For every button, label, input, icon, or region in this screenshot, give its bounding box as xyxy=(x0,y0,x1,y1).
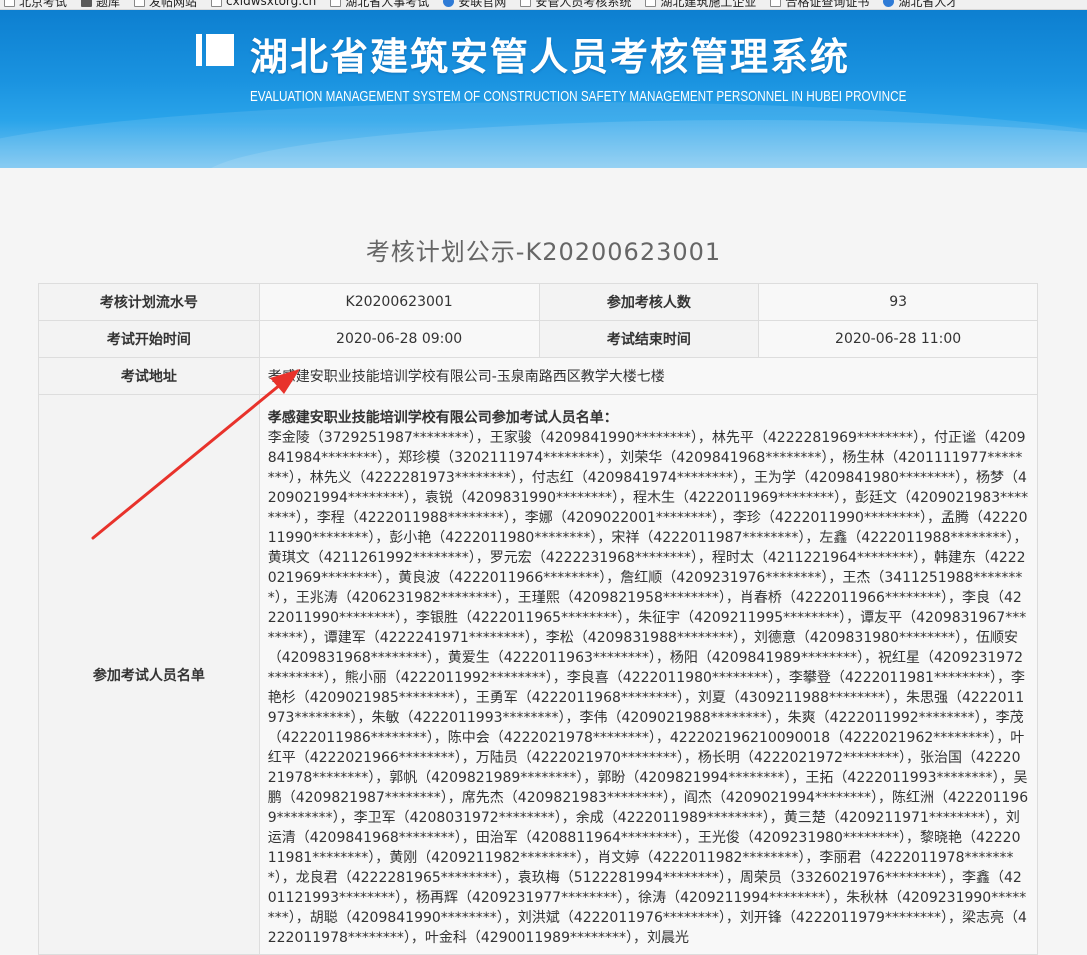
table-row: 考核计划流水号 K20200623001 参加考核人数 93 xyxy=(38,283,1038,321)
page-icon xyxy=(134,0,146,7)
start-label: 考试开始时间 xyxy=(38,320,260,358)
names-cell: 孝感建安职业技能培训学校有限公司参加考试人员名单： 李金陵（3729251987… xyxy=(258,394,1039,955)
bookmark-item[interactable]: 湖北省人事考试 xyxy=(330,0,429,9)
grid-icon xyxy=(81,0,93,7)
bookmark-item[interactable]: 发帖网站 xyxy=(134,0,197,9)
page-icon xyxy=(4,0,15,7)
page-icon xyxy=(211,0,223,7)
bookmark-label: 湖北省人事考试 xyxy=(345,0,430,9)
end-label: 考试结束时间 xyxy=(538,320,760,358)
serial-value: K20200623001 xyxy=(258,283,540,321)
bookmark-label: 湖北省人才 xyxy=(898,0,959,9)
plan-table: 考核计划流水号 K20200623001 参加考核人数 93 考试开始时间 20… xyxy=(38,283,1039,955)
bookmark-item[interactable]: 题库 xyxy=(81,0,120,9)
names-heading: 孝感建安职业技能培训学校有限公司参加考试人员名单： xyxy=(267,409,618,426)
site-title: 湖北省建筑安管人员考核管理系统 xyxy=(250,35,851,79)
bookmark-label: cxldwsxtorg.cn xyxy=(226,0,317,8)
globe-icon xyxy=(883,0,895,7)
names-list: 李金陵（3729251987********），王家骏（4209841990**… xyxy=(267,429,1029,946)
bookmark-item[interactable]: 北京考试 xyxy=(4,0,67,9)
page-icon xyxy=(645,0,657,7)
table-row: 考试开始时间 2020-06-28 09:00 考试结束时间 2020-06-2… xyxy=(38,320,1038,358)
start-value: 2020-06-28 09:00 xyxy=(258,320,540,358)
table-row: 考试地址 孝感建安职业技能培训学校有限公司-玉泉南路西区教学大楼七楼 xyxy=(38,357,1039,395)
address-label: 考试地址 xyxy=(38,357,260,395)
page-icon xyxy=(520,0,532,7)
bookmark-label: 题库 xyxy=(96,0,121,9)
serial-label: 考核计划流水号 xyxy=(38,283,260,321)
bookmark-label: 安管人员考核系统 xyxy=(535,0,632,9)
bookmark-label: 发帖网站 xyxy=(149,0,198,9)
table-row: 参加考试人员名单 孝感建安职业技能培训学校有限公司参加考试人员名单： 李金陵（3… xyxy=(38,394,1039,955)
logo-icon xyxy=(196,34,236,66)
bookmark-item[interactable]: 安联官网 xyxy=(443,0,506,9)
address-value: 孝感建安职业技能培训学校有限公司-玉泉南路西区教学大楼七楼 xyxy=(258,357,1039,395)
site-subtitle: EVALUATION MANAGEMENT SYSTEM OF CONSTRUC… xyxy=(250,88,907,105)
end-value: 2020-06-28 11:00 xyxy=(758,320,1038,358)
page-icon xyxy=(770,0,782,7)
bookmark-item[interactable]: 合格证查询证书 xyxy=(770,0,869,9)
bookmark-label: 湖北建筑施工企业 xyxy=(660,0,757,9)
bookmark-label: 安联官网 xyxy=(458,0,507,9)
site-banner: 湖北省建筑安管人员考核管理系统 EVALUATION MANAGEMENT SY… xyxy=(0,10,1087,168)
bookmark-item[interactable]: 安管人员考核系统 xyxy=(520,0,631,9)
bookmarks-bar: 北京考试 题库 发帖网站 cxldwsxtorg.cn 湖北省人事考试 安联官网 安管人员考… xyxy=(0,0,1087,10)
bookmark-item[interactable]: 湖北建筑施工企业 xyxy=(645,0,756,9)
page-icon xyxy=(330,0,342,7)
count-label: 参加考核人数 xyxy=(538,283,760,321)
bookmark-label: 合格证查询证书 xyxy=(785,0,870,9)
names-label: 参加考试人员名单 xyxy=(38,394,260,955)
bookmark-item[interactable]: 湖北省人才 xyxy=(883,0,958,9)
page-title: 考核计划公示-K20200623001 xyxy=(365,238,722,266)
bookmark-item[interactable]: cxldwsxtorg.cn xyxy=(211,0,316,9)
globe-icon xyxy=(443,0,455,7)
count-value: 93 xyxy=(758,283,1038,321)
bookmark-label: 北京考试 xyxy=(19,0,68,9)
